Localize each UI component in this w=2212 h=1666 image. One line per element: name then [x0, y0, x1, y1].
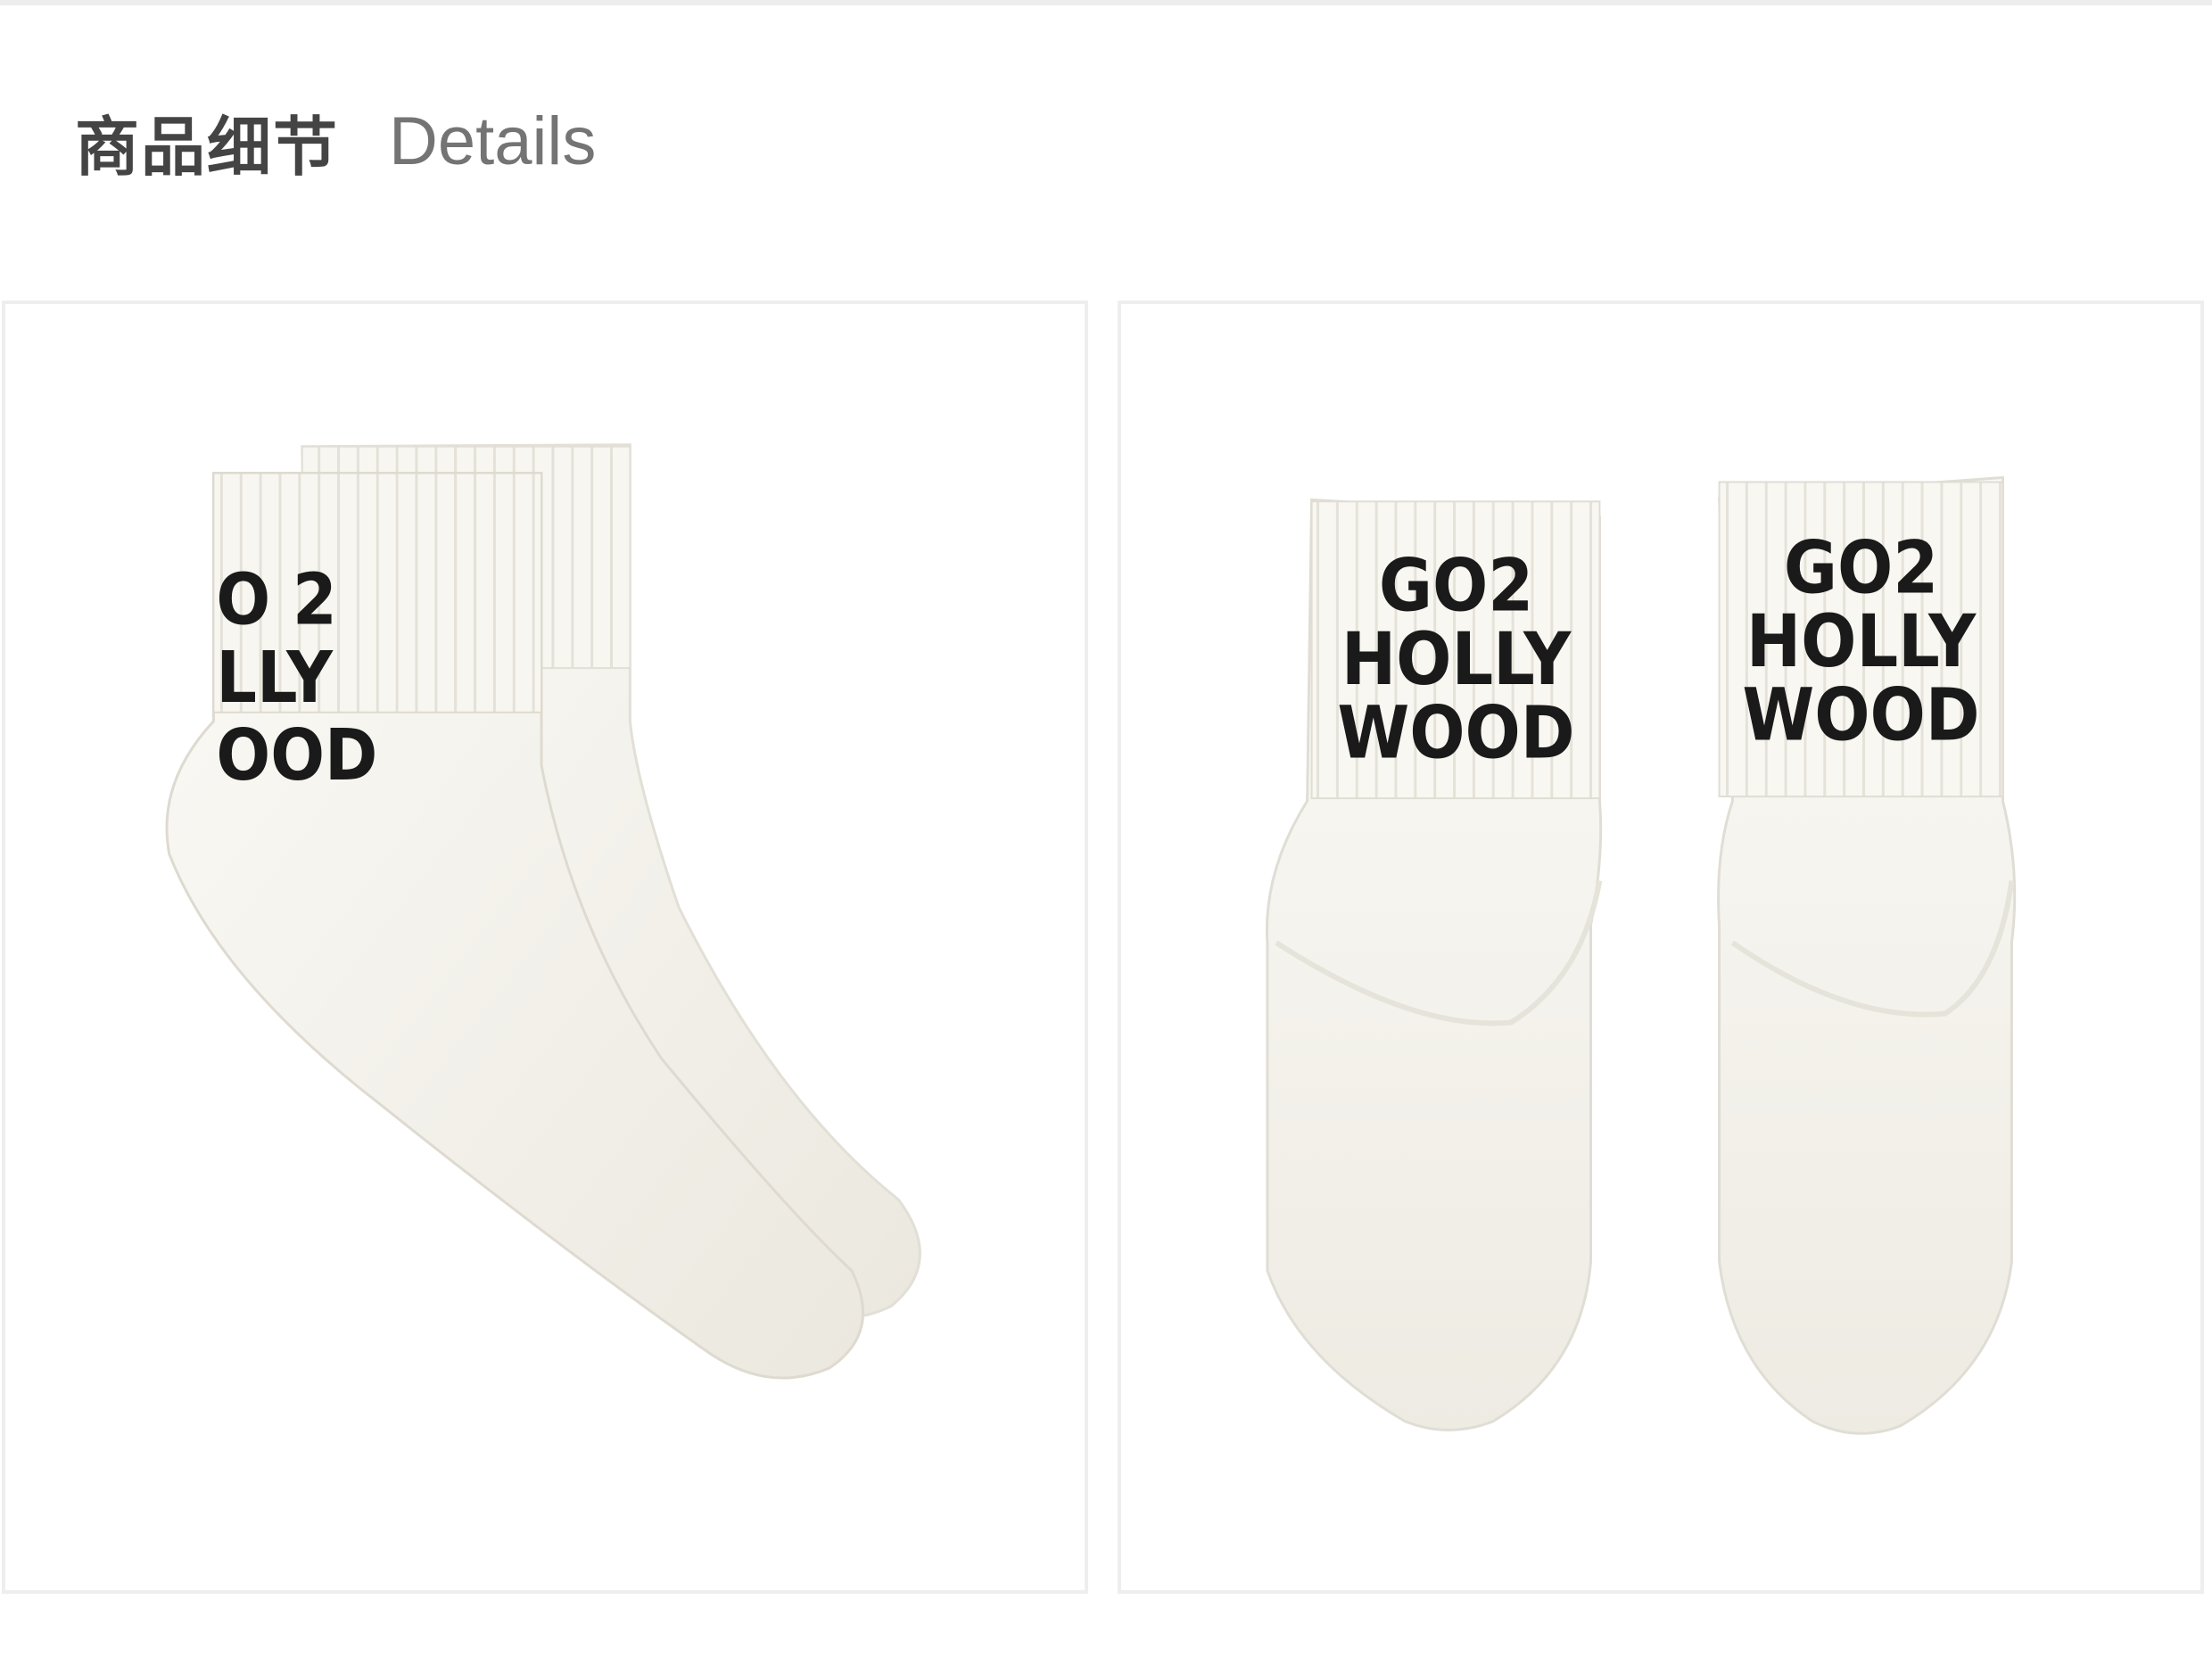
socks-front-illustration: GO2 HOLLY WOOD GO2 HOLLY WOOD: [1265, 475, 2017, 1435]
product-photo-front[interactable]: GO2 HOLLY WOOD GO2 HOLLY WOOD: [1118, 301, 2204, 1594]
section-title-cn: 商品细节: [75, 109, 340, 185]
print-line-3: WOOD: [1742, 673, 1979, 758]
print-line-2: HOLLY: [1746, 599, 1977, 684]
section-header: 商品细节 Details: [75, 96, 596, 186]
print-line-3: WOOD: [1337, 690, 1574, 775]
product-photo-side[interactable]: O 2 LLY OOD: [2, 301, 1088, 1594]
print-line-2: HOLLY: [1341, 617, 1572, 702]
print-line-1: GO2: [1784, 526, 1938, 611]
print-line-3: OOD: [216, 713, 377, 796]
section-title-en: Details: [389, 103, 597, 179]
print-line-1: O 2: [216, 557, 336, 640]
socks-side-illustration: O 2 LLY OOD: [165, 443, 921, 1380]
print-line-1: GO2: [1379, 543, 1533, 628]
top-divider: [0, 0, 2212, 5]
print-line-2: LLY: [216, 636, 334, 719]
